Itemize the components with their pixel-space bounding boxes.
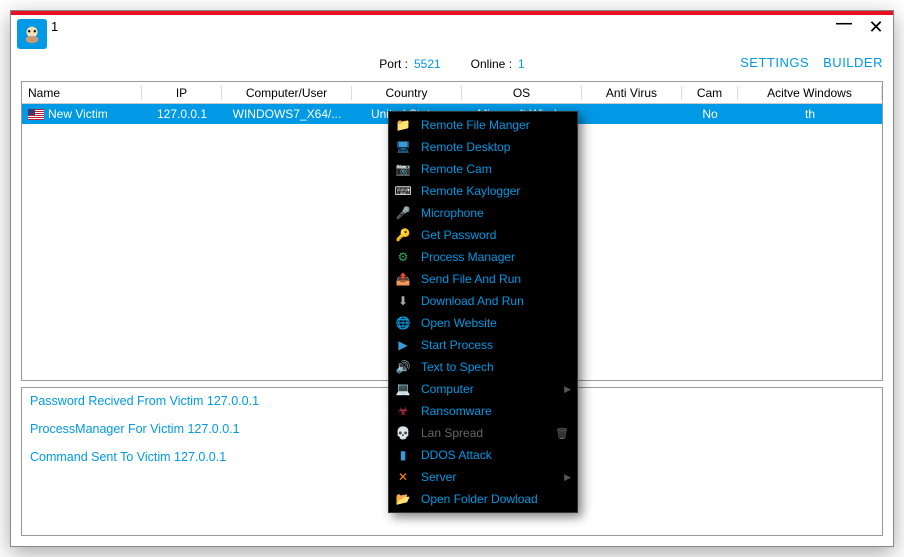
open-website-icon: 🌐 <box>395 315 411 331</box>
menu-item-server[interactable]: ✕ Server▶ <box>389 466 577 488</box>
start-process-icon: ▶ <box>395 337 411 353</box>
menu-item-label: Open Website <box>421 316 569 330</box>
col-computer[interactable]: Computer/User <box>222 86 352 100</box>
flag-us-icon <box>28 109 44 120</box>
remote-file-manger-icon: 📁 <box>395 117 411 133</box>
menu-item-label: DDOS Attack <box>421 448 569 462</box>
cell-computer: WINDOWS7_X64/... <box>222 107 352 121</box>
menu-item-label: Remote Cam <box>421 162 569 176</box>
minimize-button[interactable]: — <box>833 15 855 33</box>
port-value: 5521 <box>414 57 441 71</box>
menu-item-label: Send File And Run <box>421 272 569 286</box>
menu-item-remote-kaylogger[interactable]: ⌨ Remote Kaylogger <box>389 180 577 202</box>
menu-item-label: Ransomware <box>421 404 569 418</box>
trash-icon: 🗑 <box>555 427 569 440</box>
col-os[interactable]: OS <box>462 86 582 100</box>
menu-item-label: Open Folder Dowload <box>421 492 569 506</box>
menu-item-download-and-run[interactable]: ⬇ Download And Run <box>389 290 577 312</box>
menu-item-remote-file-manger[interactable]: 📁 Remote File Manger <box>389 114 577 136</box>
menu-item-label: Get Password <box>421 228 569 242</box>
menu-item-ransomware[interactable]: ☣ Ransomware <box>389 400 577 422</box>
cell-name-text: New Victim <box>48 107 108 121</box>
col-antivirus[interactable]: Anti Virus <box>582 86 682 100</box>
logo-number: 1 <box>51 19 58 34</box>
menu-item-microphone[interactable]: 🎤 Microphone <box>389 202 577 224</box>
ddos-attack-icon: ▮ <box>395 447 411 463</box>
get-password-icon: 🔑 <box>395 227 411 243</box>
settings-link[interactable]: SETTINGS <box>740 55 809 70</box>
text-to-spech-icon: 🔊 <box>395 359 411 375</box>
menu-item-label: Text to Spech <box>421 360 569 374</box>
menu-item-ddos-attack[interactable]: ▮ DDOS Attack <box>389 444 577 466</box>
window-controls: — ✕ <box>833 17 887 38</box>
menu-item-label: Download And Run <box>421 294 569 308</box>
cell-name: New Victim <box>22 107 142 121</box>
menu-item-label: Microphone <box>421 206 569 220</box>
process-manager-icon: ⚙ <box>395 249 411 265</box>
menu-item-label: Start Process <box>421 338 569 352</box>
microphone-icon: 🎤 <box>395 205 411 221</box>
remote-kaylogger-icon: ⌨ <box>395 183 411 199</box>
menu-item-label: Remote Desktop <box>421 140 569 154</box>
menu-item-open-website[interactable]: 🌐 Open Website <box>389 312 577 334</box>
context-menu[interactable]: 📁 Remote File Manger 🖥 Remote Desktop 📷 Remot… <box>388 111 578 513</box>
close-button[interactable]: ✕ <box>865 17 887 38</box>
menu-item-text-to-spech[interactable]: 🔊 Text to Spech <box>389 356 577 378</box>
menu-item-remote-desktop[interactable]: 🖥 Remote Desktop <box>389 136 577 158</box>
col-country[interactable]: Country <box>352 86 462 100</box>
cell-active: th <box>738 107 882 121</box>
submenu-arrow-icon: ▶ <box>564 384 571 395</box>
cell-ip: 127.0.0.1 <box>142 107 222 121</box>
send-file-and-run-icon: 📤 <box>395 271 411 287</box>
col-ip[interactable]: IP <box>142 86 222 100</box>
menu-item-label: Process Manager <box>421 250 569 264</box>
status-bar: Port : 5521 Online : 1 SETTINGS BUILDER <box>11 55 893 75</box>
menu-item-label: Remote File Manger <box>421 118 569 132</box>
computer-icon: 💻 <box>395 381 411 397</box>
online-label: Online : <box>471 57 512 71</box>
menu-item-open-folder-dowload[interactable]: 📂 Open Folder Dowload <box>389 488 577 510</box>
app-window: 1 — ✕ Port : 5521 Online : 1 SETTINGS BU… <box>10 10 894 547</box>
server-icon: ✕ <box>395 469 411 485</box>
remote-desktop-icon: 🖥 <box>395 139 411 155</box>
open-folder-dowload-icon: 📂 <box>395 491 411 507</box>
col-active-windows[interactable]: Acitve Windows <box>738 86 882 100</box>
titlebar: 1 — ✕ <box>11 15 893 55</box>
col-cam[interactable]: Cam <box>682 86 738 100</box>
menu-item-remote-cam[interactable]: 📷 Remote Cam <box>389 158 577 180</box>
port-label: Port : <box>379 57 408 71</box>
menu-item-label: Server <box>421 470 569 484</box>
menu-item-send-file-and-run[interactable]: 📤 Send File And Run <box>389 268 577 290</box>
menu-item-process-manager[interactable]: ⚙ Process Manager <box>389 246 577 268</box>
remote-cam-icon: 📷 <box>395 161 411 177</box>
download-and-run-icon: ⬇ <box>395 293 411 309</box>
app-logo-icon <box>17 19 47 49</box>
table-header: Name IP Computer/User Country OS Anti Vi… <box>22 82 882 104</box>
menu-item-computer[interactable]: 💻 Computer▶ <box>389 378 577 400</box>
submenu-arrow-icon: ▶ <box>564 472 571 483</box>
menu-item-label: Remote Kaylogger <box>421 184 569 198</box>
builder-link[interactable]: BUILDER <box>823 55 883 70</box>
menu-item-get-password[interactable]: 🔑 Get Password <box>389 224 577 246</box>
cell-cam: No <box>682 107 738 121</box>
col-name[interactable]: Name <box>22 86 142 100</box>
menu-item-label: Lan Spread <box>421 426 541 440</box>
ransomware-icon: ☣ <box>395 403 411 419</box>
menu-item-label: Computer <box>421 382 569 396</box>
menu-item-lan-spread: 💀 Lan Spread 🗑 <box>389 422 577 444</box>
nav-links: SETTINGS BUILDER <box>740 55 883 70</box>
menu-item-start-process[interactable]: ▶ Start Process <box>389 334 577 356</box>
online-value: 1 <box>518 57 525 71</box>
lan-spread-icon: 💀 <box>395 425 411 441</box>
